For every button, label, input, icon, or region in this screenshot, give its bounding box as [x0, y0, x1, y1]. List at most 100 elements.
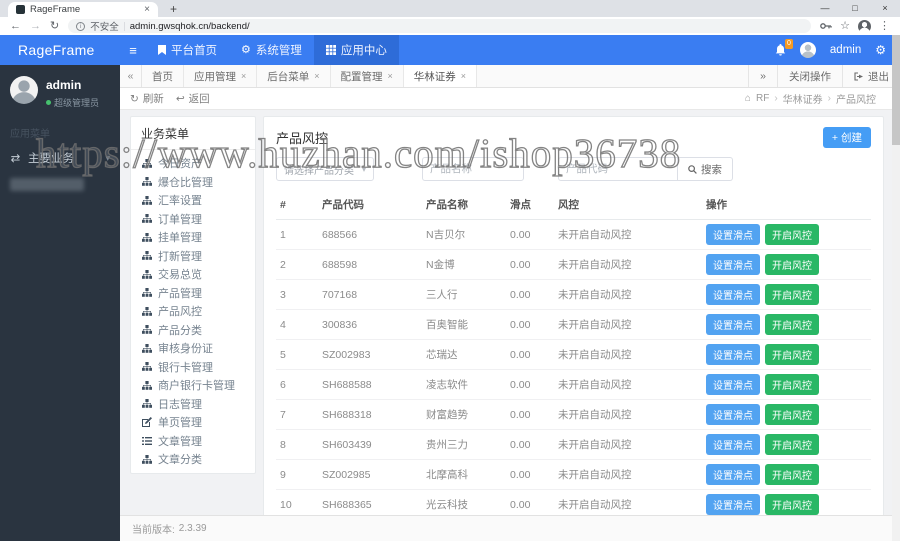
enable-risk-button[interactable]: 开启风控: [765, 284, 819, 305]
menu-item[interactable]: 产品分类: [131, 321, 255, 340]
create-button[interactable]: + 创建: [822, 127, 871, 148]
menu-item-label: 审核身份证: [158, 343, 213, 356]
back-icon[interactable]: ←: [10, 20, 21, 32]
header-nav-item[interactable]: 应用中心: [313, 35, 399, 65]
page-tab[interactable]: 配置管理 ×: [331, 65, 404, 87]
enable-risk-button[interactable]: 开启风控: [765, 494, 819, 515]
refresh-button[interactable]: ↻ 刷新: [130, 91, 164, 106]
menu-item[interactable]: 单页管理: [131, 413, 255, 432]
sidebar-item-blurred[interactable]: [10, 178, 84, 191]
tab-close-icon[interactable]: ×: [241, 71, 246, 81]
reload-icon[interactable]: ↻: [50, 20, 59, 32]
forward-icon[interactable]: →: [30, 20, 41, 32]
bookmark-star-icon[interactable]: ☆: [840, 20, 850, 32]
set-slippage-button[interactable]: 设置滑点: [706, 254, 760, 275]
scrollbar[interactable]: [892, 35, 900, 541]
enable-risk-button[interactable]: 开启风控: [765, 464, 819, 485]
set-slippage-button[interactable]: 设置滑点: [706, 224, 760, 245]
browser-tab[interactable]: RageFrame ×: [8, 2, 158, 17]
menu-item[interactable]: 商户银行卡管理: [131, 376, 255, 395]
sidebar-item-main-business[interactable]: ⇄ 主要业务 ▾: [0, 143, 120, 173]
new-tab-button[interactable]: +: [170, 2, 177, 17]
window-maximize-button[interactable]: □: [840, 0, 870, 17]
tab-scroll-left-button[interactable]: «: [120, 65, 142, 87]
enable-risk-button[interactable]: 开启风控: [765, 314, 819, 335]
info-icon[interactable]: i: [76, 21, 86, 31]
menu-item[interactable]: 文章分类: [131, 450, 255, 469]
menu-dots-icon[interactable]: ⋮: [879, 20, 890, 32]
address-bar[interactable]: i 不安全 admin.gwsqhok.cn/backend/: [68, 19, 812, 33]
tab-close-icon[interactable]: ×: [461, 71, 466, 81]
search-button[interactable]: 搜索: [678, 157, 733, 181]
caret-down-icon: ▾: [361, 164, 366, 174]
menu-item[interactable]: 今日资产: [131, 154, 255, 173]
app-header: RageFrame ≡ 平台首页 ⚙ 系统管理 应用中心 0 admin ⚙: [0, 35, 900, 65]
tab-close-icon[interactable]: ×: [144, 4, 150, 15]
main-area: « 首页 应用管理 × 后台菜单 × 配置管理 × 华林证券 × » 关闭操作 退出 ↻ 刷新: [120, 65, 900, 541]
menu-item[interactable]: 挂单管理: [131, 228, 255, 247]
cell-actions: 设置滑点 开启风控: [702, 309, 871, 340]
enable-risk-button[interactable]: 开启风控: [765, 254, 819, 275]
page-tab-list: 首页 应用管理 × 后台菜单 × 配置管理 × 华林证券 ×: [142, 65, 478, 87]
menu-item[interactable]: 订单管理: [131, 210, 255, 229]
cell-product-name: 北摩高科: [422, 459, 506, 490]
product-name-input[interactable]: [422, 157, 524, 181]
set-slippage-button[interactable]: 设置滑点: [706, 314, 760, 335]
sitemap-icon: [141, 288, 152, 298]
notifications-button[interactable]: 0: [775, 39, 793, 56]
menu-item[interactable]: 银行卡管理: [131, 358, 255, 377]
set-slippage-button[interactable]: 设置滑点: [706, 344, 760, 365]
page-tab[interactable]: 应用管理 ×: [184, 65, 258, 87]
window-close-button[interactable]: ×: [870, 0, 900, 17]
page-tab[interactable]: 后台菜单 ×: [257, 65, 331, 87]
cell-index: 7: [276, 399, 318, 430]
set-slippage-button[interactable]: 设置滑点: [706, 434, 760, 455]
cell-risk-status: 未开启自动风控: [554, 249, 702, 280]
close-operations-button[interactable]: 关闭操作: [777, 65, 842, 87]
menu-item[interactable]: 产品风控: [131, 302, 255, 321]
cell-slippage: 0.00: [506, 429, 554, 460]
set-slippage-button[interactable]: 设置滑点: [706, 494, 760, 515]
page-tab-bar: « 首页 应用管理 × 后台菜单 × 配置管理 × 华林证券 × » 关闭操作 退出: [120, 65, 900, 88]
menu-item[interactable]: 文章管理: [131, 432, 255, 451]
tab-close-icon[interactable]: ×: [314, 71, 319, 81]
category-select[interactable]: 请选择产品分类 ▾: [276, 157, 374, 181]
list-icon: [141, 436, 152, 445]
settings-cogs-icon[interactable]: ⚙: [875, 43, 886, 57]
tab-scroll-right-button[interactable]: »: [748, 65, 777, 87]
header-nav-item[interactable]: 平台首页: [146, 35, 229, 65]
enable-risk-button[interactable]: 开启风控: [765, 374, 819, 395]
scrollbar-thumb[interactable]: [892, 35, 900, 145]
menu-item[interactable]: 爆仓比管理: [131, 173, 255, 192]
enable-risk-button[interactable]: 开启风控: [765, 404, 819, 425]
header-nav-item[interactable]: ⚙ 系统管理: [229, 35, 314, 65]
set-slippage-button[interactable]: 设置滑点: [706, 374, 760, 395]
window-minimize-button[interactable]: —: [810, 0, 840, 17]
user-avatar[interactable]: [799, 42, 816, 58]
product-code-input[interactable]: [558, 157, 678, 181]
page-tab[interactable]: 华林证券 ×: [403, 65, 478, 87]
back-button[interactable]: ↩ 返回: [176, 91, 210, 106]
menu-item[interactable]: 汇率设置: [131, 191, 255, 210]
breadcrumb: ⌂ RF › 华林证券 › 产品风控: [744, 93, 876, 106]
sidebar-avatar[interactable]: [10, 76, 38, 104]
enable-risk-button[interactable]: 开启风控: [765, 434, 819, 455]
menu-item[interactable]: 日志管理: [131, 395, 255, 414]
profile-avatar[interactable]: [858, 19, 871, 33]
menu-item[interactable]: 打新管理: [131, 247, 255, 266]
enable-risk-button[interactable]: 开启风控: [765, 224, 819, 245]
page-tab[interactable]: 首页: [142, 65, 184, 87]
enable-risk-button[interactable]: 开启风控: [765, 344, 819, 365]
notification-badge: 0: [785, 39, 793, 49]
menu-item[interactable]: 交易总览: [131, 265, 255, 284]
menu-item[interactable]: 审核身份证: [131, 339, 255, 358]
tab-close-icon[interactable]: ×: [388, 71, 393, 81]
set-slippage-button[interactable]: 设置滑点: [706, 404, 760, 425]
hamburger-icon[interactable]: ≡: [120, 43, 146, 58]
set-slippage-button[interactable]: 设置滑点: [706, 284, 760, 305]
header-username[interactable]: admin: [830, 44, 861, 56]
set-slippage-button[interactable]: 设置滑点: [706, 464, 760, 485]
brand-logo[interactable]: RageFrame: [0, 42, 120, 58]
menu-item[interactable]: 产品管理: [131, 284, 255, 303]
key-icon[interactable]: [820, 17, 832, 35]
